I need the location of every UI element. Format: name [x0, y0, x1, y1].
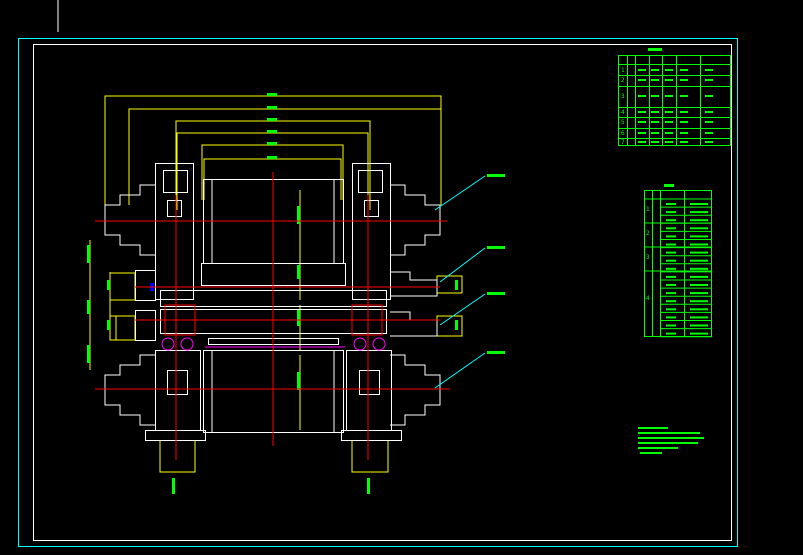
- table-cell-text: [666, 267, 676, 270]
- left-chock-assembly: [104, 163, 206, 441]
- table-cell-text: [690, 203, 708, 205]
- table-cell-text: [665, 132, 673, 134]
- table-cell-text: [680, 141, 688, 143]
- table-cell-text: [665, 69, 673, 71]
- table-cell-text: [690, 219, 708, 222]
- table-row-number: 3: [621, 93, 625, 100]
- table-cell-text: [666, 259, 676, 262]
- table-cell-text: [690, 300, 708, 303]
- table-group-number: 1: [646, 206, 650, 213]
- table-cell-text: [690, 211, 708, 214]
- dimension-lines: [89, 95, 463, 473]
- table-cell-text: [680, 95, 688, 97]
- table-cell-text: [690, 332, 708, 335]
- sheet-border: [18, 38, 738, 547]
- table-cell-text: [665, 141, 673, 143]
- table-cell-text: [638, 95, 646, 97]
- table-cell-text: [705, 111, 713, 113]
- table-cell-text: [638, 141, 646, 143]
- table-cell-text: [705, 132, 713, 134]
- table-cell-text: [651, 141, 659, 143]
- table-row-number: 7: [621, 139, 625, 146]
- table-cell-text: [638, 79, 646, 81]
- table-cell-text: [666, 324, 676, 327]
- table-cell-text: [651, 95, 659, 97]
- technical-notes: [638, 427, 704, 454]
- table-cell-text: [690, 235, 708, 238]
- table-cell-text: [665, 95, 673, 97]
- table-cell-text: [666, 251, 676, 254]
- table-row-number: 2: [621, 77, 625, 84]
- table-cell-text: [690, 243, 708, 246]
- table-cell-text: [680, 121, 688, 123]
- right-chock-assembly: [341, 163, 441, 441]
- table-cell-text: [666, 243, 676, 246]
- table-cell-text: [666, 316, 676, 319]
- table-group-number: 2: [646, 230, 650, 237]
- table-row-number: 6: [621, 130, 625, 137]
- table-cell-text: [638, 121, 646, 123]
- table-group-number: 3: [646, 254, 650, 261]
- table-cell-text: [690, 308, 708, 311]
- table-row-number: 4: [621, 109, 625, 116]
- table-row-number: 5: [621, 119, 625, 126]
- table-cell-text: [666, 227, 676, 230]
- table-cell-text: [690, 284, 708, 286]
- table-cell-text: [638, 132, 646, 134]
- table-cell-text: [666, 219, 676, 222]
- table-cell-text: [665, 79, 673, 81]
- table-cell-text: [680, 79, 688, 81]
- table-cell-text: [666, 275, 676, 278]
- table-cell-text: [680, 69, 688, 71]
- parts-table: 1 2 3 4 5 6 7: [618, 48, 731, 146]
- table-cell-text: [666, 235, 676, 238]
- spec-table: 1 2 3 4: [644, 184, 712, 338]
- table-cell-text: [705, 141, 713, 143]
- table-group-number: 4: [646, 295, 650, 302]
- table-cell-text: [665, 111, 673, 113]
- leader-lines: [434, 175, 486, 389]
- table-cell-text: [666, 284, 676, 286]
- table-cell-text: [666, 292, 676, 295]
- table-cell-text: [666, 300, 676, 303]
- table-cell-text: [705, 121, 713, 123]
- table-cell-text: [665, 121, 673, 123]
- table-cell-text: [705, 69, 713, 71]
- table-cell-text: [690, 275, 708, 278]
- table-cell-text: [680, 111, 688, 113]
- cad-drawing-canvas[interactable]: 1 2 3 4 5 6 7 1 2 3 4: [0, 0, 803, 555]
- centerlines: [95, 172, 450, 460]
- table-cell-text: [638, 69, 646, 71]
- table-cell-text: [690, 227, 708, 230]
- table-cell-text: [680, 132, 688, 134]
- table-cell-text: [666, 211, 676, 214]
- table-cell-text: [651, 69, 659, 71]
- table-cell-text: [638, 111, 646, 113]
- table-row-number: 1: [621, 67, 625, 74]
- table-cell-text: [666, 308, 676, 311]
- table-cell-text: [666, 203, 676, 205]
- table-cell-text: [690, 267, 708, 270]
- table-cell-text: [666, 332, 676, 335]
- table-cell-text: [651, 132, 659, 134]
- drawing-frame: [33, 44, 732, 541]
- table-cell-text: [651, 79, 659, 81]
- table-cell-text: [705, 95, 713, 97]
- table-cell-text: [705, 79, 713, 81]
- table-cell-text: [690, 324, 708, 327]
- table-cell-text: [690, 259, 708, 262]
- table-cell-text: [690, 316, 708, 319]
- table-cell-text: [651, 121, 659, 123]
- table-cell-text: [690, 292, 708, 295]
- table-cell-text: [651, 111, 659, 113]
- table-cell-text: [690, 251, 708, 254]
